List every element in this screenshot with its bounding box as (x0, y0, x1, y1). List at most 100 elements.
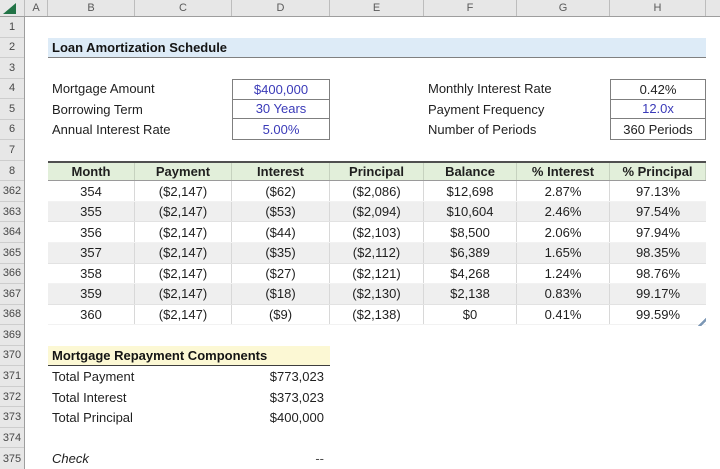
table-resize-handle[interactable] (698, 318, 706, 326)
row-header-370[interactable]: 370 (0, 346, 24, 367)
row-header-3[interactable]: 3 (0, 58, 24, 79)
cell-month-355-month[interactable]: 355 (48, 202, 135, 222)
row-header-367[interactable]: 367 (0, 284, 24, 305)
cell-month-357-balance[interactable]: $6,389 (424, 243, 517, 263)
cell-month-356-principal[interactable]: 97.94% (610, 222, 706, 242)
row-header-375[interactable]: 375 (0, 448, 24, 469)
cell-month-360-principal[interactable]: 99.59% (610, 305, 706, 325)
table-header-principal[interactable]: Principal (330, 163, 424, 181)
label-annual-interest-rate[interactable]: Annual Interest Rate (48, 120, 232, 141)
column-header-C[interactable]: C (135, 0, 232, 16)
cell-month-357-payment[interactable]: ($2,147) (135, 243, 232, 263)
label-total-payment[interactable]: Total Payment (48, 366, 232, 387)
cell-month-359-month[interactable]: 359 (48, 284, 135, 304)
row-header-364[interactable]: 364 (0, 222, 24, 243)
cell-month-358-month[interactable]: 358 (48, 264, 135, 284)
row-header-366[interactable]: 366 (0, 264, 24, 285)
table-header-balance[interactable]: Balance (424, 163, 517, 181)
cell-check-value[interactable]: -- (232, 448, 330, 469)
row-header-4[interactable]: 4 (0, 79, 24, 100)
table-header-principal[interactable]: % Principal (610, 163, 706, 181)
row-header-369[interactable]: 369 (0, 325, 24, 346)
cell-month-358-payment[interactable]: ($2,147) (135, 264, 232, 284)
cell-month-359-payment[interactable]: ($2,147) (135, 284, 232, 304)
cell-month-360-principal[interactable]: ($2,138) (330, 305, 424, 325)
row-header-6[interactable]: 6 (0, 120, 24, 141)
cell-month-356-interest[interactable]: ($44) (232, 222, 330, 242)
cell-borrowing-term-value[interactable]: 30 Years (233, 100, 329, 120)
label-borrowing-term[interactable]: Borrowing Term (48, 99, 232, 120)
cell-month-358-interest[interactable]: ($27) (232, 264, 330, 284)
column-header-G[interactable]: G (517, 0, 610, 16)
cell-month-356-interest[interactable]: 2.06% (517, 222, 610, 242)
column-header-H[interactable]: H (610, 0, 706, 16)
cell-month-358-balance[interactable]: $4,268 (424, 264, 517, 284)
cell-month-359-principal[interactable]: ($2,130) (330, 284, 424, 304)
label-payment-frequency[interactable]: Payment Frequency (424, 99, 610, 120)
row-header-8[interactable]: 8 (0, 161, 24, 182)
row-header-7[interactable]: 7 (0, 140, 24, 161)
cell-month-359-interest[interactable]: ($18) (232, 284, 330, 304)
cell-month-354-principal[interactable]: ($2,086) (330, 181, 424, 201)
cell-month-360-month[interactable]: 360 (48, 305, 135, 325)
row-header-368[interactable]: 368 (0, 305, 24, 326)
cell-month-359-balance[interactable]: $2,138 (424, 284, 517, 304)
cell-month-359-interest[interactable]: 0.83% (517, 284, 610, 304)
row-header-374[interactable]: 374 (0, 428, 24, 449)
table-header-month[interactable]: Month (48, 163, 135, 181)
label-check[interactable]: Check (48, 448, 232, 469)
cell-month-357-interest[interactable]: ($35) (232, 243, 330, 263)
cell-month-355-interest[interactable]: 2.46% (517, 202, 610, 222)
cell-month-360-balance[interactable]: $0 (424, 305, 517, 325)
row-header-362[interactable]: 362 (0, 181, 24, 202)
cell-month-355-principal[interactable]: 97.54% (610, 202, 706, 222)
column-header-E[interactable]: E (330, 0, 424, 16)
cell-month-360-interest[interactable]: 0.41% (517, 305, 610, 325)
cell-month-358-principal[interactable]: ($2,121) (330, 264, 424, 284)
cell-month-356-balance[interactable]: $8,500 (424, 222, 517, 242)
cell-number-of-periods-value[interactable]: 360 Periods (611, 119, 705, 139)
label-monthly-interest-rate[interactable]: Monthly Interest Rate (424, 79, 610, 100)
label-total-interest[interactable]: Total Interest (48, 387, 232, 408)
cell-month-357-month[interactable]: 357 (48, 243, 135, 263)
cell-month-354-interest[interactable]: 2.87% (517, 181, 610, 201)
table-header-interest[interactable]: % Interest (517, 163, 610, 181)
cell-annual-interest-rate-value[interactable]: 5.00% (233, 119, 329, 139)
cell-month-358-interest[interactable]: 1.24% (517, 264, 610, 284)
row-header-2[interactable]: 2 (0, 38, 24, 59)
cell-month-358-principal[interactable]: 98.76% (610, 264, 706, 284)
label-number-of-periods[interactable]: Number of Periods (424, 120, 610, 141)
cell-month-355-payment[interactable]: ($2,147) (135, 202, 232, 222)
column-header-A[interactable]: A (25, 0, 48, 16)
cell-month-357-principal[interactable]: ($2,112) (330, 243, 424, 263)
cell-month-356-payment[interactable]: ($2,147) (135, 222, 232, 242)
row-header-365[interactable]: 365 (0, 243, 24, 264)
cell-month-359-principal[interactable]: 99.17% (610, 284, 706, 304)
components-section-header[interactable]: Mortgage Repayment Components (48, 346, 330, 367)
select-all-corner[interactable] (0, 0, 25, 16)
cell-payment-frequency-value[interactable]: 12.0x (611, 100, 705, 120)
cell-month-355-interest[interactable]: ($53) (232, 202, 330, 222)
cell-month-357-interest[interactable]: 1.65% (517, 243, 610, 263)
cell-month-354-payment[interactable]: ($2,147) (135, 181, 232, 201)
cell-month-354-balance[interactable]: $12,698 (424, 181, 517, 201)
cell-mortgage-amount-value[interactable]: $400,000 (233, 80, 329, 100)
row-header-363[interactable]: 363 (0, 202, 24, 223)
label-total-principal[interactable]: Total Principal (48, 407, 232, 428)
table-header-interest[interactable]: Interest (232, 163, 330, 181)
cell-month-356-principal[interactable]: ($2,103) (330, 222, 424, 242)
column-header-B[interactable]: B (48, 0, 135, 16)
row-header-1[interactable]: 1 (0, 17, 24, 38)
cell-month-360-interest[interactable]: ($9) (232, 305, 330, 325)
cell-total-interest-value[interactable]: $373,023 (232, 387, 330, 408)
row-header-371[interactable]: 371 (0, 366, 24, 387)
cell-month-355-balance[interactable]: $10,604 (424, 202, 517, 222)
label-mortgage-amount[interactable]: Mortgage Amount (48, 79, 232, 100)
cell-month-354-principal[interactable]: 97.13% (610, 181, 706, 201)
cell-month-356-month[interactable]: 356 (48, 222, 135, 242)
column-header-D[interactable]: D (232, 0, 330, 16)
sheet-title-cell[interactable]: Loan Amortization Schedule (48, 38, 706, 59)
cell-total-payment-value[interactable]: $773,023 (232, 366, 330, 387)
cell-month-354-interest[interactable]: ($62) (232, 181, 330, 201)
cell-month-357-principal[interactable]: 98.35% (610, 243, 706, 263)
